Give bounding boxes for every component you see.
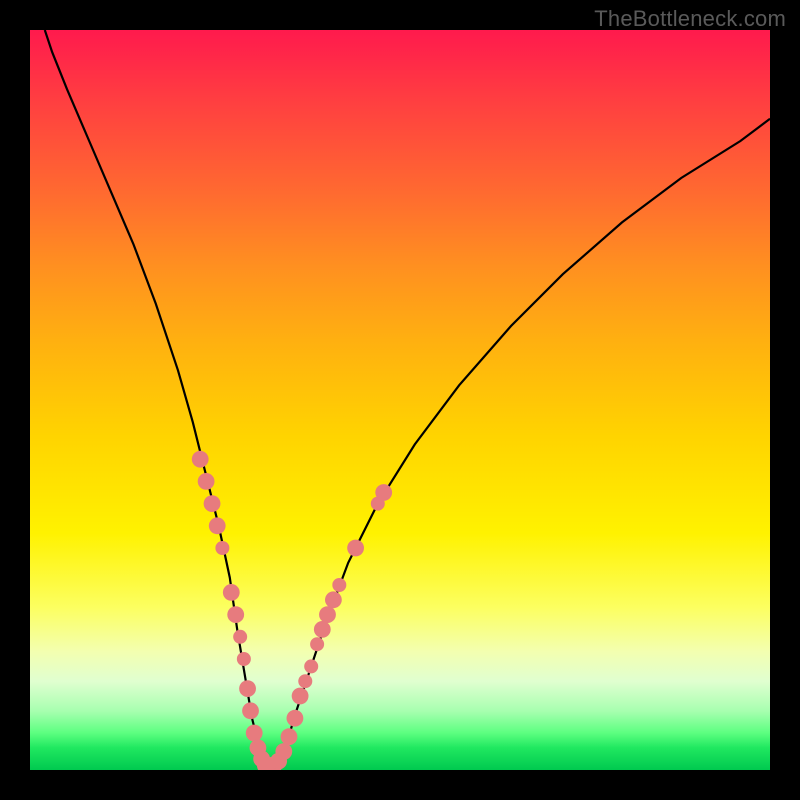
data-point: [292, 688, 309, 705]
data-point: [227, 606, 244, 623]
chart-svg: [30, 30, 770, 770]
bottleneck-curve: [45, 30, 770, 766]
data-point: [319, 606, 336, 623]
plot-area: [30, 30, 770, 770]
data-point: [237, 652, 251, 666]
data-point: [204, 495, 221, 512]
data-point: [233, 630, 247, 644]
data-point: [375, 484, 392, 501]
data-point: [192, 451, 209, 468]
data-point: [275, 743, 292, 760]
data-point: [198, 473, 215, 490]
watermark-text: TheBottleneck.com: [594, 6, 786, 32]
data-markers: [192, 451, 392, 770]
data-point: [310, 637, 324, 651]
data-point: [215, 541, 229, 555]
data-point: [223, 584, 240, 601]
data-point: [332, 578, 346, 592]
data-point: [287, 710, 304, 727]
data-point: [347, 540, 364, 557]
data-point: [298, 674, 312, 688]
data-point: [325, 591, 342, 608]
data-point: [246, 725, 263, 742]
data-point: [281, 728, 298, 745]
data-point: [242, 702, 259, 719]
data-point: [314, 621, 331, 638]
data-point: [304, 659, 318, 673]
data-point: [209, 517, 226, 534]
data-point: [239, 680, 256, 697]
chart-frame: TheBottleneck.com: [0, 0, 800, 800]
